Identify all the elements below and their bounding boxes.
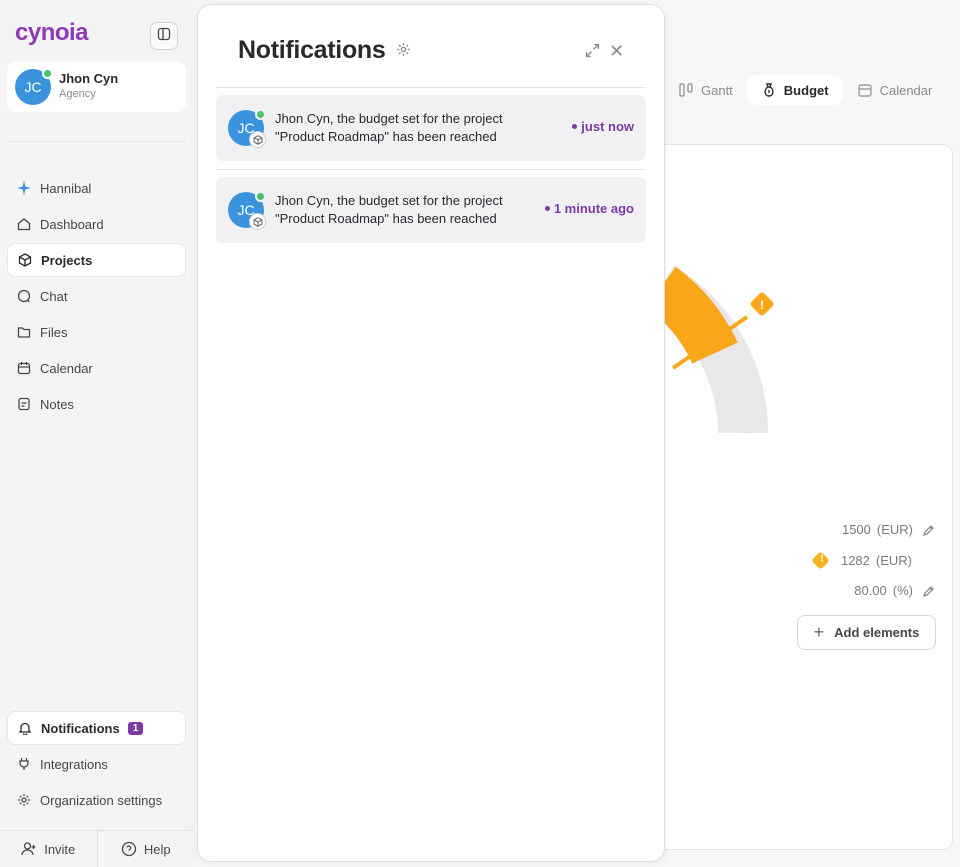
sparkle-icon: [16, 180, 32, 196]
online-status-dot: [42, 68, 53, 79]
project-cube-icon: [249, 213, 266, 230]
sidebar-item-dashboard[interactable]: Dashboard: [7, 207, 186, 241]
notification-item[interactable]: JC Jhon Cyn, the budget set for the proj…: [216, 177, 646, 243]
view-tabs: Gantt Budget Calendar: [664, 75, 946, 105]
tab-budget[interactable]: Budget: [746, 75, 843, 105]
cube-icon: [17, 252, 33, 268]
notification-count-badge: 1: [127, 721, 144, 735]
sidebar-footer: Invite Help: [0, 830, 194, 867]
online-status-dot: [255, 191, 266, 202]
bell-icon: [17, 720, 33, 736]
add-elements-label: Add elements: [834, 625, 920, 640]
sidebar-item-label: Notifications: [41, 720, 120, 736]
budget-total-row: 1500 (EUR): [842, 522, 936, 537]
invite-button[interactable]: Invite: [0, 831, 97, 867]
invite-label: Invite: [44, 841, 76, 857]
home-icon: [16, 216, 32, 232]
budget-spent-row: ! 1282 (EUR): [811, 551, 912, 570]
expand-icon[interactable]: [585, 43, 600, 58]
calendar-icon: [16, 360, 32, 376]
budget-panel: ! 1500 (EUR) ! 1282 (EUR) 80.00 (%) + Ad…: [620, 144, 953, 850]
notification-time: 1 minute ago: [545, 201, 634, 216]
sidebar-item-label: Notes: [40, 396, 74, 412]
money-bag-icon: [761, 82, 777, 98]
notifications-divider: [216, 169, 646, 170]
sidebar-item-label: Integrations: [40, 756, 108, 772]
sidebar-item-label: Files: [40, 324, 68, 340]
sidebar-item-label: Chat: [40, 288, 68, 304]
add-elements-button[interactable]: + Add elements: [797, 615, 936, 650]
budget-spent-unit: (EUR): [875, 553, 912, 568]
budget-total-value: 1500: [841, 522, 871, 537]
notifications-divider: [216, 87, 646, 88]
sidebar-item-label: Dashboard: [40, 216, 104, 232]
gantt-icon: [678, 82, 694, 98]
notification-text: Jhon Cyn, the budget set for the project…: [275, 111, 503, 144]
sidebar-item-label: Hannibal: [40, 180, 92, 196]
sidebar-item-notes[interactable]: Notes: [7, 387, 186, 421]
user-card[interactable]: JC Jhon Cyn Agency: [7, 62, 186, 112]
calendar-icon: [857, 82, 873, 98]
budget-threshold-value: 80.00: [854, 583, 887, 598]
notes-icon: [16, 396, 32, 412]
sidebar-item-notifications[interactable]: Notifications 1: [7, 711, 186, 745]
user-name: Jhon Cyn: [59, 71, 119, 86]
chat-icon: [16, 288, 32, 304]
svg-text:!: !: [760, 298, 764, 312]
pencil-icon[interactable]: [922, 584, 936, 598]
online-status-dot: [255, 109, 266, 120]
gear-icon[interactable]: [396, 42, 411, 57]
notification-text: Jhon Cyn, the budget set for the project…: [275, 193, 503, 226]
app-logo[interactable]: cynoia: [15, 19, 89, 47]
help-button[interactable]: Help: [96, 831, 195, 867]
tab-calendar-label: Calendar: [879, 82, 933, 98]
tab-gantt[interactable]: Gantt: [664, 75, 747, 105]
budget-spent-value: 1282: [840, 553, 870, 568]
plug-icon: [16, 756, 32, 772]
sidebar-toggle-icon: [157, 27, 171, 46]
notification-time: just now: [572, 119, 634, 134]
user-role: Agency: [59, 88, 96, 100]
sidebar-item-organization-settings[interactable]: Organization settings: [7, 783, 186, 817]
tab-gantt-label: Gantt: [701, 82, 733, 98]
sidebar-item-integrations[interactable]: Integrations: [7, 747, 186, 781]
sidebar-item-projects[interactable]: Projects: [7, 243, 186, 277]
folder-icon: [16, 324, 32, 340]
close-icon[interactable]: ✕: [609, 41, 624, 62]
sidebar-item-hannibal[interactable]: Hannibal: [7, 171, 186, 205]
tab-budget-label: Budget: [783, 82, 829, 98]
pencil-icon[interactable]: [922, 523, 936, 537]
collapse-sidebar-button[interactable]: [150, 22, 178, 50]
sidebar-item-label: Organization settings: [40, 792, 163, 808]
budget-threshold-row: 80.00 (%): [854, 583, 936, 598]
sidebar: cynoia JC Jhon Cyn Agency Hannibal Dashb…: [0, 0, 194, 867]
tab-calendar[interactable]: Calendar: [843, 75, 947, 105]
warning-icon: !: [811, 551, 830, 570]
sidebar-item-label: Projects: [41, 252, 93, 268]
gauge-warning-icon: !: [750, 292, 774, 316]
budget-threshold-unit: (%): [892, 583, 913, 598]
add-user-icon: [21, 841, 37, 857]
budget-total-unit: (EUR): [876, 522, 913, 537]
sidebar-divider: [7, 141, 186, 142]
notifications-title: Notifications: [238, 36, 386, 64]
sidebar-item-files[interactable]: Files: [7, 315, 186, 349]
help-label: Help: [143, 841, 171, 857]
notifications-panel: Notifications ✕ JC Jhon Cyn, the budget …: [197, 4, 665, 862]
gear-icon: [16, 792, 32, 808]
help-icon: [121, 841, 137, 857]
notification-item[interactable]: JC Jhon Cyn, the budget set for the proj…: [216, 95, 646, 161]
plus-icon: +: [813, 622, 825, 642]
sidebar-item-label: Calendar: [40, 360, 93, 376]
budget-gauge: !: [645, 265, 774, 434]
sidebar-item-chat[interactable]: Chat: [7, 279, 186, 313]
project-cube-icon: [249, 131, 266, 148]
sidebar-item-calendar[interactable]: Calendar: [7, 351, 186, 385]
